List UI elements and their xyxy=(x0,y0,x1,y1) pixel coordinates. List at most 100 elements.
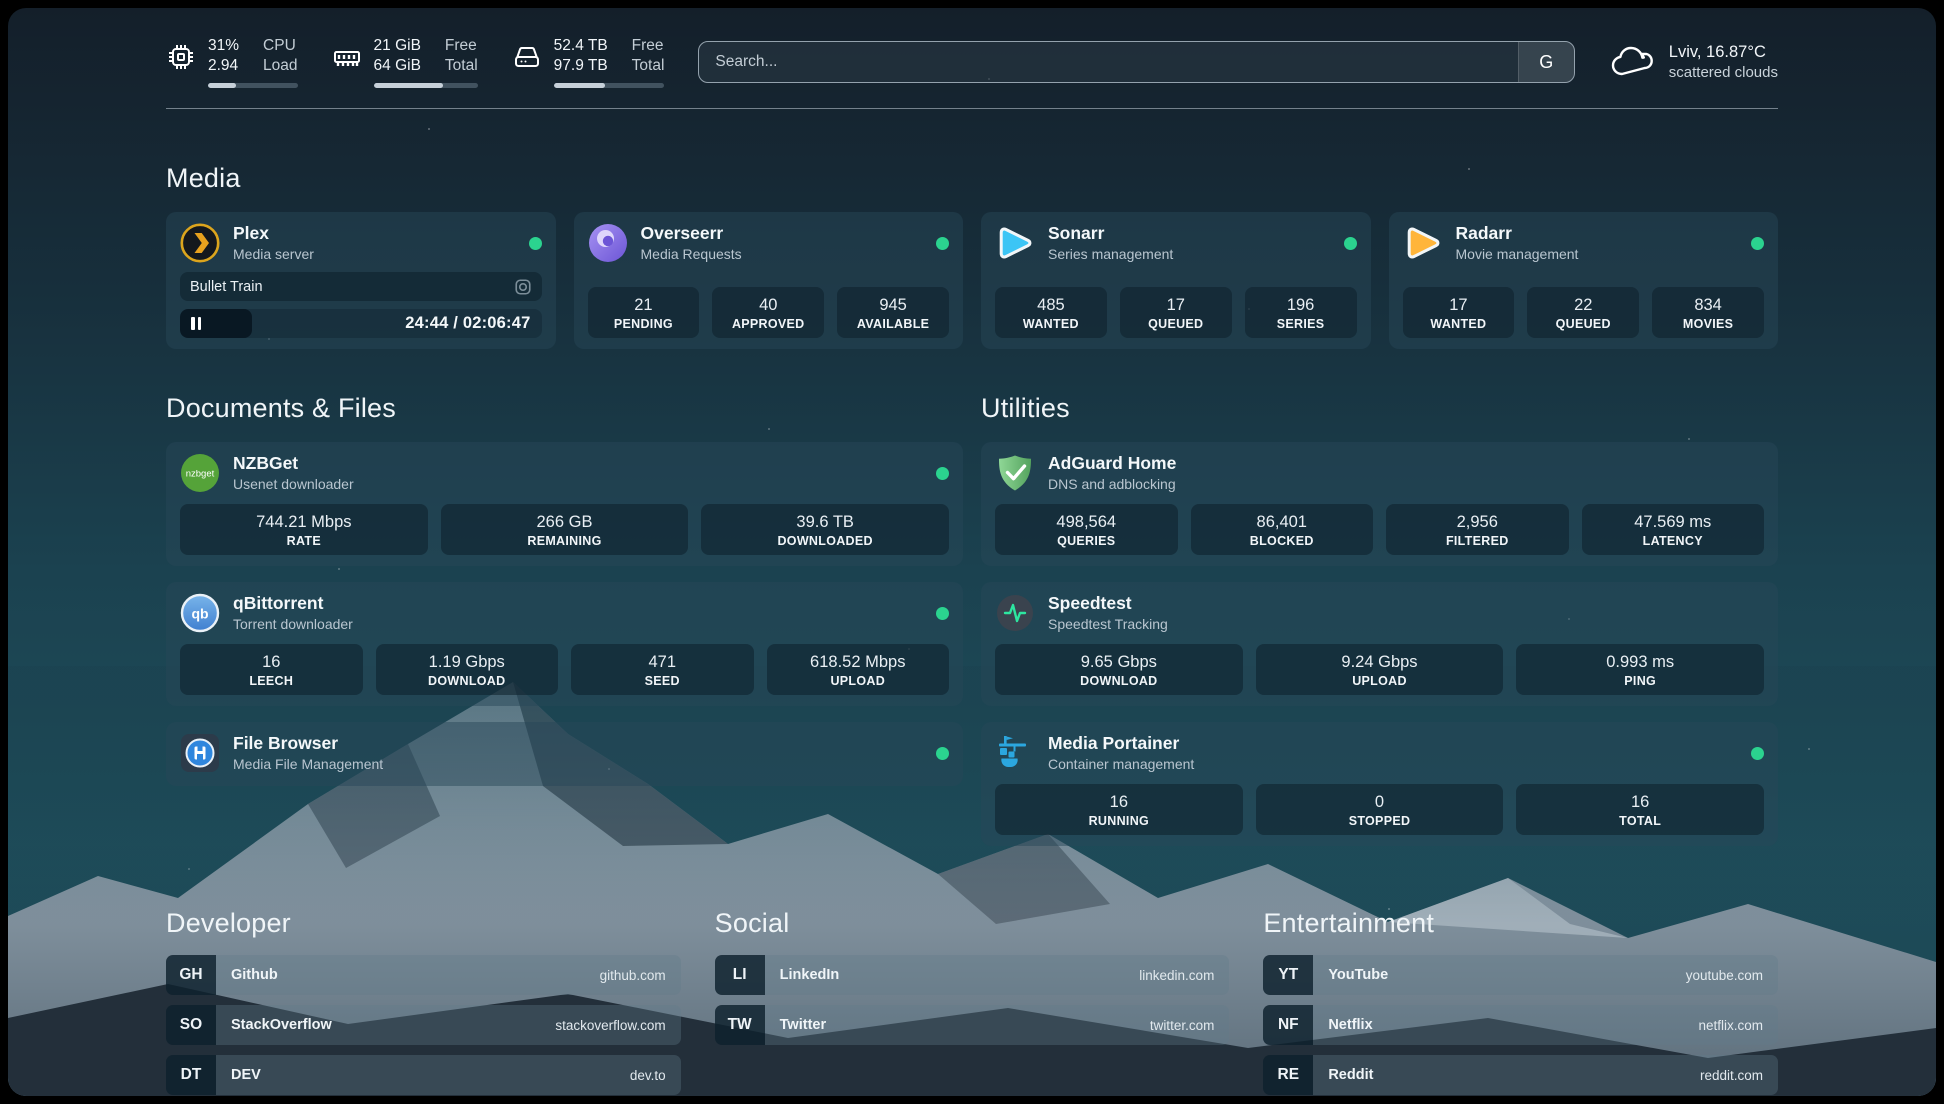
bookmark-abbr: YT xyxy=(1263,955,1313,995)
bookmark-name: LinkedIn xyxy=(780,967,840,983)
status-dot xyxy=(936,747,949,760)
bookmark-abbr: LI xyxy=(715,955,765,995)
stat-block: 9.24 Gbps UPLOAD xyxy=(1256,644,1504,695)
section-heading-documents: Documents & Files xyxy=(166,393,963,424)
bookmark-dev[interactable]: DT DEV dev.to xyxy=(166,1055,681,1095)
stat-block: 945 AVAILABLE xyxy=(837,287,949,338)
bookmark-abbr: GH xyxy=(166,955,216,995)
stat-block: 2,956 FILTERED xyxy=(1386,504,1569,555)
stat-block: 16 TOTAL xyxy=(1516,784,1764,835)
service-subtitle: Usenet downloader xyxy=(233,475,354,493)
bookmark-twitter[interactable]: TW Twitter twitter.com xyxy=(715,1005,1230,1045)
bookmark-youtube[interactable]: YT YouTube youtube.com xyxy=(1263,955,1778,995)
disk-free-label: Free xyxy=(632,36,665,56)
stat-block: 266 GB REMAINING xyxy=(441,504,689,555)
memory-icon xyxy=(332,42,362,72)
service-subtitle: Torrent downloader xyxy=(233,615,353,633)
memory-total-label: Total xyxy=(445,56,478,76)
cpu-usage-value: 31% xyxy=(208,36,239,56)
bookmark-url: twitter.com xyxy=(1150,1018,1215,1033)
plex-icon xyxy=(180,223,220,263)
section-heading-media: Media xyxy=(166,163,1778,194)
media-grid: Plex Media server Bullet Train xyxy=(166,212,1778,349)
search-input[interactable] xyxy=(699,42,1517,82)
service-subtitle: Media File Management xyxy=(233,755,383,773)
qbittorrent-icon: qb xyxy=(180,593,220,633)
weather-summary: Lviv, 16.87°C xyxy=(1669,43,1778,62)
bookmark-name: Netflix xyxy=(1328,1017,1372,1033)
service-title: Radarr xyxy=(1456,223,1579,244)
playback-time: 24:44 / 02:06:47 xyxy=(405,314,541,333)
stat-block: 39.6 TB DOWNLOADED xyxy=(701,504,949,555)
bookmark-name: Twitter xyxy=(780,1017,826,1033)
service-card-portainer[interactable]: Media Portainer Container management 16 … xyxy=(981,722,1778,846)
bookmark-github[interactable]: GH Github github.com xyxy=(166,955,681,995)
topbar-divider xyxy=(166,108,1778,109)
search-bar[interactable]: G xyxy=(698,41,1574,83)
service-subtitle: Series management xyxy=(1048,245,1173,263)
service-card-filebrowser[interactable]: File Browser Media File Management xyxy=(166,722,963,786)
section-heading-entertainment: Entertainment xyxy=(1263,908,1778,939)
stat-block: 40 APPROVED xyxy=(712,287,824,338)
radarr-icon xyxy=(1403,223,1443,263)
overseerr-icon xyxy=(588,223,628,263)
service-card-radarr[interactable]: Radarr Movie management 17 WANTED 22 QUE… xyxy=(1389,212,1779,349)
service-card-sonarr[interactable]: Sonarr Series management 485 WANTED 17 Q… xyxy=(981,212,1371,349)
stats-row: 16 RUNNING 0 STOPPED 16 TOTAL xyxy=(995,784,1764,835)
stat-block: 22 QUEUED xyxy=(1527,287,1639,338)
bookmark-abbr: SO xyxy=(166,1005,216,1045)
service-card-adguard[interactable]: AdGuard Home DNS and adblocking 498,564 … xyxy=(981,442,1778,566)
service-title: NZBGet xyxy=(233,453,354,474)
stat-block: 47.569 ms LATENCY xyxy=(1582,504,1765,555)
service-title: AdGuard Home xyxy=(1048,453,1176,474)
stat-block: 498,564 QUERIES xyxy=(995,504,1178,555)
bookmark-reddit[interactable]: RE Reddit reddit.com xyxy=(1263,1055,1778,1095)
service-card-qbittorrent[interactable]: qb qBittorrent Torrent downloader xyxy=(166,582,963,706)
portainer-icon xyxy=(995,733,1035,773)
disk-total-value: 97.9 TB xyxy=(554,56,608,76)
resource-memory: 21 GiB 64 GiB Free Total xyxy=(332,36,478,88)
bookmark-name: YouTube xyxy=(1328,967,1388,983)
bookmark-url: github.com xyxy=(600,968,666,983)
bookmark-abbr: DT xyxy=(166,1055,216,1095)
stats-row: 21 PENDING 40 APPROVED 945 AVAILABLE xyxy=(588,287,950,338)
bookmark-name: Reddit xyxy=(1328,1067,1373,1083)
memory-free-label: Free xyxy=(445,36,478,56)
bookmark-linkedin[interactable]: LI LinkedIn linkedin.com xyxy=(715,955,1230,995)
stats-row: 498,564 QUERIES 86,401 BLOCKED 2,956 FIL… xyxy=(995,504,1764,555)
bookmark-abbr: TW xyxy=(715,1005,765,1045)
bookmark-name: Github xyxy=(231,967,278,983)
bookmark-stackoverflow[interactable]: SO StackOverflow stackoverflow.com xyxy=(166,1005,681,1045)
speedtest-icon xyxy=(995,593,1035,633)
cpu-load-value: 2.94 xyxy=(208,56,239,76)
stats-row: 16 LEECH 1.19 Gbps DOWNLOAD 471 SEED 618… xyxy=(180,644,949,695)
service-card-speedtest[interactable]: Speedtest Speedtest Tracking 9.65 Gbps D… xyxy=(981,582,1778,706)
memory-progress-bar xyxy=(374,83,478,88)
weather-widget: Lviv, 16.87°C scattered clouds xyxy=(1609,42,1778,82)
disk-total-label: Total xyxy=(632,56,665,76)
service-subtitle: Movie management xyxy=(1456,245,1579,263)
svg-text:nzbget: nzbget xyxy=(186,469,215,480)
section-heading-utilities: Utilities xyxy=(981,393,1778,424)
camera-icon xyxy=(514,278,532,296)
service-title: Speedtest xyxy=(1048,593,1168,614)
service-card-overseerr[interactable]: Overseerr Media Requests 21 PENDING 40 A… xyxy=(574,212,964,349)
section-heading-developer: Developer xyxy=(166,908,681,939)
stat-block: 471 SEED xyxy=(571,644,754,695)
pause-icon xyxy=(191,317,201,330)
service-title: Plex xyxy=(233,223,314,244)
service-card-plex[interactable]: Plex Media server Bullet Train xyxy=(166,212,556,349)
stat-block: 618.52 Mbps UPLOAD xyxy=(767,644,950,695)
service-card-nzbget[interactable]: nzbget NZBGet Usenet downloader xyxy=(166,442,963,566)
bookmark-abbr: RE xyxy=(1263,1055,1313,1095)
section-heading-social: Social xyxy=(715,908,1230,939)
stat-block: 485 WANTED xyxy=(995,287,1107,338)
bookmark-netflix[interactable]: NF Netflix netflix.com xyxy=(1263,1005,1778,1045)
search-provider-button[interactable]: G xyxy=(1518,42,1574,82)
stats-row: 744.21 Mbps RATE 266 GB REMAINING 39.6 T… xyxy=(180,504,949,555)
status-dot xyxy=(936,237,949,250)
resource-cpu: 31% 2.94 CPU Load xyxy=(166,36,298,88)
cloud-icon xyxy=(1609,42,1655,82)
bookmark-abbr: NF xyxy=(1263,1005,1313,1045)
stat-block: 17 WANTED xyxy=(1403,287,1515,338)
